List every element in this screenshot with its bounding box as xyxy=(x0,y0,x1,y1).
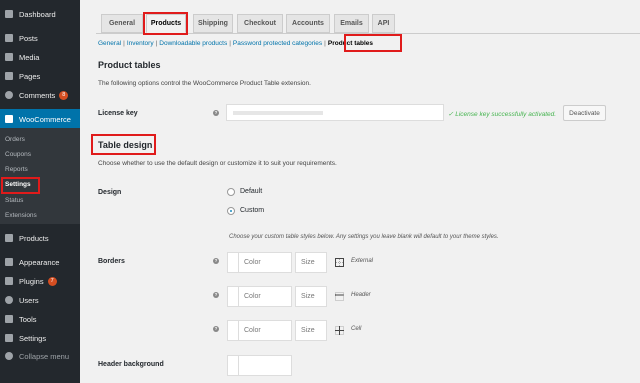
help-icon[interactable]: ? xyxy=(213,292,219,298)
sidebar-item-posts[interactable]: Posts xyxy=(0,28,80,48)
subnav-downloadable-products[interactable]: Downloadable products xyxy=(159,40,227,47)
border-external-icon xyxy=(335,258,344,267)
tab-shipping[interactable]: Shipping xyxy=(193,14,233,33)
settings-highlight-box xyxy=(1,177,40,194)
design-default-label: Default xyxy=(240,188,263,195)
users-icon xyxy=(5,296,13,304)
subnav-inventory[interactable]: Inventory xyxy=(127,40,154,47)
submenu-item-orders[interactable]: Orders xyxy=(5,136,25,143)
custom-styles-note: Choose your custom table styles below. A… xyxy=(229,234,499,240)
comments-count-badge: 8 xyxy=(59,90,69,100)
masked-key xyxy=(233,111,323,115)
header-border-color-input[interactable]: Color xyxy=(238,286,292,307)
pin-icon xyxy=(5,34,13,42)
tab-checkout[interactable]: Checkout xyxy=(237,14,283,33)
products-icon xyxy=(5,234,13,242)
section-description: The following options control the WooCom… xyxy=(98,80,311,87)
cell-border-size-input[interactable]: Size xyxy=(295,320,327,341)
border-cell-icon xyxy=(335,326,344,335)
design-default-radio[interactable] xyxy=(227,188,235,196)
subnav-general[interactable]: General xyxy=(98,40,121,47)
submenu-item-coupons[interactable]: Coupons xyxy=(5,151,31,158)
section-subnav: General | Inventory | Downloadable products |… xyxy=(98,40,374,47)
external-border-color-input[interactable]: Color xyxy=(238,252,292,273)
comments-icon xyxy=(5,91,13,99)
submenu-item-extensions[interactable]: Extensions xyxy=(5,212,37,219)
media-icon xyxy=(5,53,13,61)
wrench-icon xyxy=(5,315,13,323)
help-icon[interactable]: ? xyxy=(213,326,219,332)
sidebar-item-tools[interactable]: Tools xyxy=(0,309,80,329)
license-key-input[interactable] xyxy=(226,104,444,121)
brush-icon xyxy=(5,258,13,266)
settings-icon xyxy=(5,334,13,342)
header-border-type: Header xyxy=(351,292,371,298)
sidebar-item-media[interactable]: Media xyxy=(0,47,80,67)
design-label: Design xyxy=(98,189,122,196)
border-header-icon xyxy=(335,292,344,301)
tab-general[interactable]: General xyxy=(101,14,143,33)
sidebar-item-comments[interactable]: Comments 8 xyxy=(0,85,80,105)
deactivate-button[interactable]: Deactivate xyxy=(563,105,606,121)
subnav-password-protected-categories[interactable]: Password protected categories xyxy=(233,40,322,47)
collapse-icon xyxy=(5,352,13,360)
sidebar-item-plugins[interactable]: Plugins 7 xyxy=(0,271,80,291)
external-border-type: External xyxy=(351,258,374,264)
tab-emails[interactable]: Emails xyxy=(334,14,369,33)
tab-accounts[interactable]: Accounts xyxy=(286,14,330,33)
cell-border-color-input[interactable]: Color xyxy=(238,320,292,341)
woo-icon xyxy=(5,115,13,123)
plugin-icon xyxy=(5,277,13,285)
sidebar-item-appearance[interactable]: Appearance xyxy=(0,252,80,272)
submenu-item-status[interactable]: Status xyxy=(5,197,23,204)
admin-sidebar: Dashboard Posts Media Pages Comments 8 Wo… xyxy=(0,0,80,383)
design-custom-label: Custom xyxy=(240,207,265,214)
license-status-text: ✓ License key successfully activated. xyxy=(448,111,557,118)
sidebar-item-products[interactable]: Products xyxy=(0,228,80,248)
tab-api[interactable]: API xyxy=(372,14,395,33)
section-title: Product tables xyxy=(98,60,161,70)
submenu-item-reports[interactable]: Reports xyxy=(5,166,28,173)
dashboard-icon xyxy=(5,10,13,18)
woocommerce-submenu: Orders Coupons Reports Settings Status E… xyxy=(0,128,80,224)
product-tables-highlight-box xyxy=(344,34,402,52)
cell-border-type: Cell xyxy=(351,326,362,332)
collapse-menu-button[interactable]: Collapse menu xyxy=(0,346,80,366)
sidebar-item-users[interactable]: Users xyxy=(0,290,80,310)
sidebar-item-pages[interactable]: Pages xyxy=(0,66,80,86)
help-icon[interactable]: ? xyxy=(213,110,219,116)
external-border-size-input[interactable]: Size xyxy=(295,252,327,273)
borders-label: Borders xyxy=(98,258,125,265)
design-custom-radio[interactable] xyxy=(227,207,235,215)
plugins-count-badge: 7 xyxy=(47,276,57,286)
help-icon[interactable]: ? xyxy=(213,258,219,264)
sidebar-item-dashboard[interactable]: Dashboard xyxy=(0,4,80,24)
table-design-description: Choose whether to use the default design… xyxy=(98,160,337,167)
sidebar-item-woocommerce[interactable]: WooCommerce xyxy=(0,109,80,129)
pages-icon xyxy=(5,72,13,80)
header-background-color-input[interactable] xyxy=(238,355,292,376)
header-background-label: Header background xyxy=(98,361,164,368)
license-key-label: License key xyxy=(98,110,138,117)
header-border-size-input[interactable]: Size xyxy=(295,286,327,307)
products-tab-highlight-box xyxy=(143,12,188,35)
sidebar-item-settings[interactable]: Settings xyxy=(0,328,80,348)
table-design-highlight-box xyxy=(91,134,156,155)
